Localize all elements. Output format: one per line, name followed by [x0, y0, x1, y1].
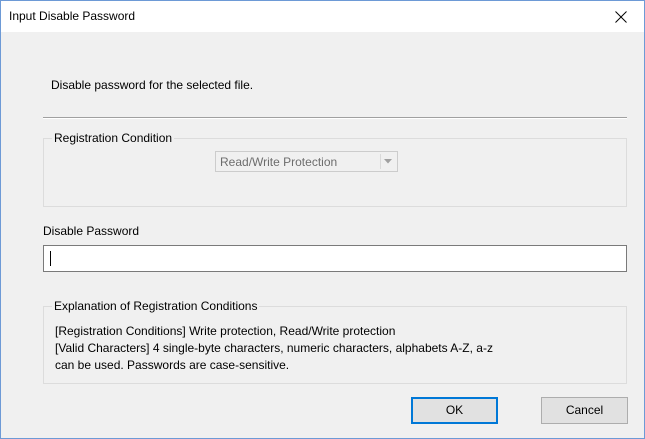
registration-condition-group: Registration Condition Read/Write Protec… [43, 131, 627, 207]
cancel-button[interactable]: Cancel [541, 397, 628, 424]
close-button[interactable] [598, 1, 644, 32]
disable-password-label: Disable Password [43, 224, 140, 238]
window-title: Input Disable Password [9, 9, 136, 23]
explanation-line-case-sensitive: can be used. Passwords are case-sensitiv… [55, 358, 290, 372]
registration-condition-select[interactable]: Read/Write Protection [215, 151, 398, 172]
instruction-text: Disable password for the selected file. [51, 78, 254, 92]
disable-password-input[interactable] [43, 245, 627, 272]
title-bar[interactable]: Input Disable Password [1, 1, 644, 32]
explanation-legend: Explanation of Registration Conditions [52, 299, 260, 313]
chevron-down-icon [384, 159, 392, 164]
combo-dropdown-button[interactable] [380, 154, 395, 169]
dialog-window: Input Disable Password Disable password … [0, 0, 645, 439]
text-caret [50, 251, 51, 266]
registration-condition-legend: Registration Condition [52, 131, 175, 145]
ok-button[interactable]: OK [411, 397, 498, 424]
close-icon [615, 11, 627, 23]
explanation-group: Explanation of Registration Conditions [… [43, 299, 627, 384]
separator-line [43, 117, 627, 119]
explanation-line-conditions: [Registration Conditions] Write protecti… [55, 324, 396, 338]
explanation-line-valid-characters: [Valid Characters] 4 single-byte charact… [55, 341, 493, 355]
registration-condition-value: Read/Write Protection [220, 155, 338, 169]
